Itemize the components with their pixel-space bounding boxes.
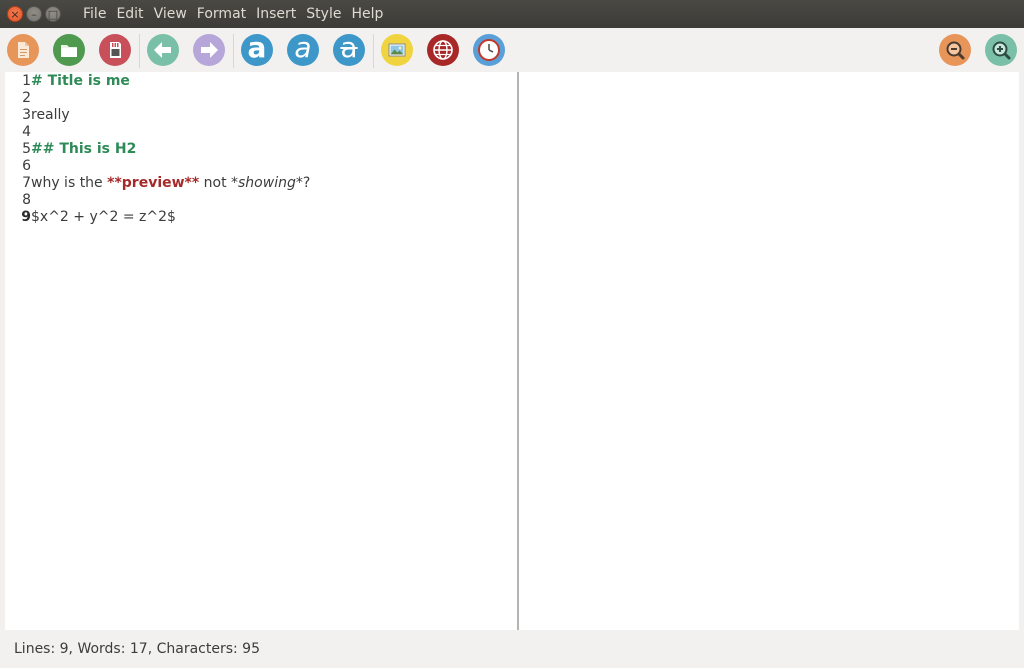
insert-image-icon	[381, 34, 413, 66]
editor-line[interactable]: 9$x^2 + y^2 = z^2$	[5, 209, 176, 226]
insert-link-globe-icon	[427, 34, 459, 66]
insert-timestamp-button[interactable]	[473, 34, 505, 66]
menu-edit[interactable]: Edit	[111, 6, 148, 22]
insert-image-button[interactable]	[381, 34, 413, 66]
close-window-icon[interactable]: ×	[7, 6, 23, 22]
new-document-icon	[7, 34, 39, 66]
toolbar: a a a	[0, 28, 1024, 72]
undo-arrow-icon	[147, 34, 179, 66]
menu-help[interactable]: Help	[346, 6, 388, 22]
redo-arrow-icon	[193, 34, 225, 66]
toolbar-separator	[233, 34, 234, 68]
redo-button[interactable]	[193, 34, 225, 66]
editor-line[interactable]: 5## This is H2	[5, 141, 136, 158]
menu-style[interactable]: Style	[301, 6, 346, 22]
line-text: # Title is me	[31, 73, 130, 89]
line-number: 7	[22, 175, 31, 191]
zoom-in-icon	[985, 34, 1017, 66]
line-text: **preview**	[107, 175, 200, 191]
line-number: 8	[22, 192, 31, 208]
editor-line[interactable]: 7why is the **preview** not *showing*?	[5, 175, 310, 192]
minimize-window-icon[interactable]: –	[26, 6, 42, 22]
line-text: $x^2 + y^2 = z^2$	[31, 209, 176, 225]
bold-icon: a	[247, 31, 267, 64]
line-text: ## This is H2	[31, 141, 137, 157]
toolbar-separator	[139, 34, 140, 68]
insert-timestamp-clock-icon	[473, 34, 505, 66]
menu-bar: File Edit View Format Insert Style Help	[78, 0, 388, 28]
line-number: 4	[22, 124, 31, 140]
maximize-window-icon[interactable]: □	[45, 6, 61, 22]
editor-line[interactable]: 3really	[5, 107, 70, 124]
line-number: 5	[22, 141, 31, 157]
line-number: 3	[22, 107, 31, 123]
line-text: *?	[295, 175, 311, 191]
menu-insert[interactable]: Insert	[251, 6, 301, 22]
zoom-out-button[interactable]	[939, 34, 971, 66]
zoom-out-icon	[939, 34, 971, 66]
title-menu-bar: × – □ File Edit View Format Insert Style…	[0, 0, 1024, 28]
line-number: 6	[22, 158, 31, 174]
html-preview-pane	[519, 72, 1019, 630]
menu-format[interactable]: Format	[192, 6, 251, 22]
editor-line[interactable]: 8	[5, 192, 31, 209]
undo-button[interactable]	[147, 34, 179, 66]
line-text: showing	[238, 175, 296, 191]
line-text: not *	[199, 175, 239, 191]
markdown-editor[interactable]: 1# Title is me 2 3really 4 5## This is H2 6 7w…	[5, 72, 517, 630]
line-text: really	[31, 107, 70, 123]
italic-button[interactable]: a	[287, 34, 319, 66]
open-file-button[interactable]	[53, 34, 85, 66]
editor-line[interactable]: 1# Title is me	[5, 73, 130, 90]
document-stats: Lines: 9, Words: 17, Characters: 95	[14, 641, 260, 657]
editor-line[interactable]: 6	[5, 158, 31, 175]
toolbar-separator	[373, 34, 374, 68]
editor-line[interactable]: 4	[5, 124, 31, 141]
menu-file[interactable]: File	[78, 6, 111, 22]
insert-link-button[interactable]	[427, 34, 459, 66]
line-number: 1	[22, 73, 31, 89]
save-button[interactable]	[99, 34, 131, 66]
new-document-button[interactable]	[7, 34, 39, 66]
line-number: 9	[21, 209, 31, 225]
strikethrough-icon: a	[340, 31, 358, 64]
line-text: why is the	[31, 175, 108, 191]
zoom-in-button[interactable]	[985, 34, 1017, 66]
editor-line[interactable]: 2	[5, 90, 31, 107]
italic-icon: a	[294, 31, 312, 64]
bold-button[interactable]: a	[241, 34, 273, 66]
open-folder-icon	[53, 34, 85, 66]
status-bar: Lines: 9, Words: 17, Characters: 95	[0, 630, 1024, 668]
strikethrough-button[interactable]: a	[333, 34, 365, 66]
line-number: 2	[22, 90, 31, 106]
menu-view[interactable]: View	[149, 6, 192, 22]
save-sd-icon	[99, 34, 131, 66]
